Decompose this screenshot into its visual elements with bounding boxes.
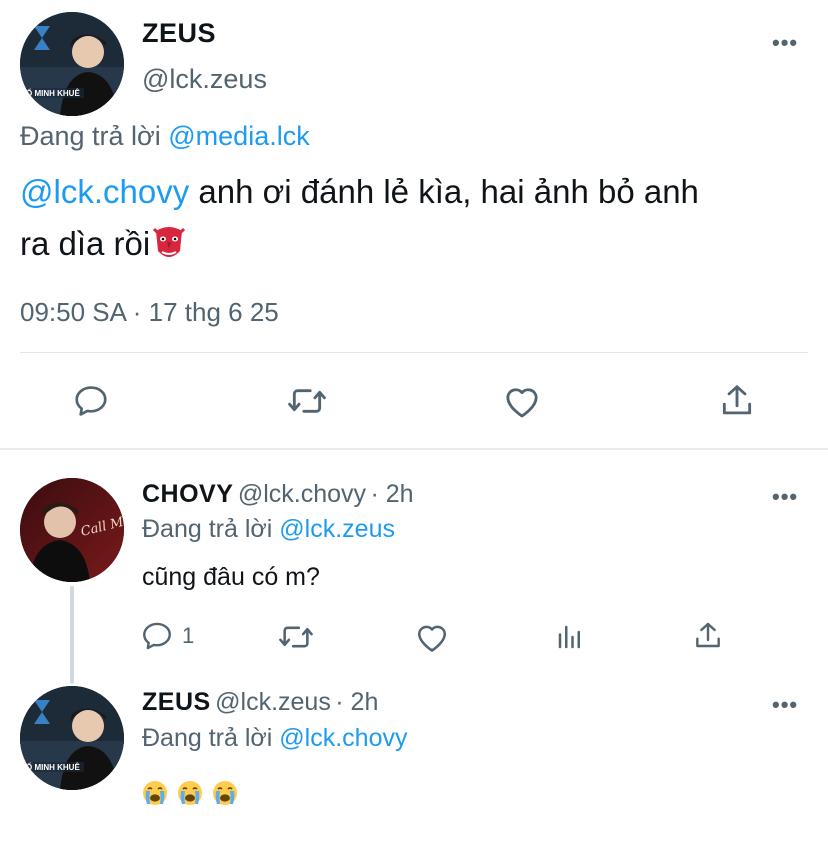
reply-header: CHOVY @lck.chovy · 2h <box>142 480 414 509</box>
reply-emoji-text <box>142 780 238 806</box>
reply-count: 1 <box>182 623 195 648</box>
mention-link[interactable]: @lck.chovy <box>20 173 189 210</box>
reply-reply-button[interactable]: 1 <box>140 616 194 656</box>
avatar-chovy[interactable]: Call Me By Fire <box>20 478 124 582</box>
share-icon <box>696 622 720 648</box>
tweet-text: @lck.chovy anh ơi đánh lẻ kìa, hai ảnh b… <box>20 166 810 276</box>
reply-time[interactable]: · 2h <box>371 480 414 508</box>
author-name[interactable]: ZEUS <box>142 18 216 49</box>
heart-icon <box>417 625 447 652</box>
heart-icon <box>506 388 538 418</box>
comment-icon <box>143 622 171 650</box>
replying-prefix: Đang trả lời <box>142 515 280 543</box>
comment-icon <box>75 386 107 416</box>
replying-prefix: Đang trả lời <box>20 121 169 151</box>
tweet-text-line2: ra dìa rồi <box>20 225 151 262</box>
divider-section <box>0 448 828 450</box>
reply-author-name[interactable]: ZEUS <box>142 688 211 716</box>
chovy-avatar-image: Call Me By Fire <box>20 478 124 582</box>
author-handle[interactable]: @lck.zeus <box>142 64 267 95</box>
retweet-button[interactable] <box>282 378 332 424</box>
tweet-text-line1: anh ơi đánh lẻ kìa, hai ảnh bỏ anh <box>189 173 699 210</box>
tweet-timestamp[interactable]: 09:50 SA · 17 thg 6 25 <box>20 297 279 328</box>
analytics-icon <box>558 625 580 649</box>
more-icon: ••• <box>772 30 799 55</box>
avatar-caption: Ố MINH KHUÊ <box>26 88 80 98</box>
reply-author-handle[interactable]: @lck.chovy <box>238 480 366 508</box>
reply-author-name[interactable]: CHOVY <box>142 480 233 508</box>
retweet-icon <box>279 626 313 648</box>
reply-time[interactable]: · 2h <box>335 688 378 716</box>
reply-author-handle[interactable]: @lck.zeus <box>215 688 331 716</box>
more-icon: ••• <box>772 484 799 509</box>
replying-to-link[interactable]: @lck.chovy <box>279 724 407 752</box>
replying-to-link[interactable]: @lck.zeus <box>279 515 395 543</box>
reply-retweet-button[interactable] <box>276 618 316 656</box>
crying-emoji-icon <box>178 781 202 805</box>
thread-connector <box>70 586 74 684</box>
like-button[interactable] <box>496 378 548 424</box>
share-button[interactable] <box>712 378 762 424</box>
avatar-caption: Ố MINH KHUÊ <box>26 762 80 772</box>
more-options-button[interactable]: ••• <box>772 30 798 56</box>
avatar-zeus[interactable]: Ố MINH KHUÊ <box>20 12 124 116</box>
zeus-avatar-image: Ố MINH KHUÊ <box>20 12 124 116</box>
reply-text: cũng đâu có m? <box>142 563 320 591</box>
reply-like-button[interactable] <box>412 618 452 656</box>
reply-replying-to: Đang trả lời @lck.chovy <box>142 724 407 753</box>
replying-prefix: Đang trả lời <box>142 724 280 752</box>
crying-emoji-icon <box>213 781 237 805</box>
avatar-zeus-reply[interactable]: Ố MINH KHUÊ <box>20 686 124 790</box>
reply-header: ZEUS @lck.zeus · 2h <box>142 688 378 717</box>
goblin-emoji-icon <box>152 224 186 276</box>
more-icon: ••• <box>772 692 799 717</box>
divider-top <box>20 352 808 353</box>
replying-to-link[interactable]: @media.lck <box>168 121 309 151</box>
reply-share-button[interactable] <box>690 616 726 656</box>
reply-more-button[interactable]: ••• <box>772 692 798 718</box>
reply-replying-to: Đang trả lời @lck.zeus <box>142 515 395 544</box>
reply-button[interactable] <box>66 378 116 424</box>
replying-to-line: Đang trả lời @media.lck <box>20 121 310 152</box>
retweet-icon <box>288 389 326 413</box>
reply-views-button[interactable] <box>552 618 588 656</box>
crying-emoji-icon <box>143 781 167 805</box>
reply-more-button[interactable]: ••• <box>772 484 798 510</box>
share-icon <box>722 385 752 415</box>
zeus-avatar-image: Ố MINH KHUÊ <box>20 686 124 790</box>
